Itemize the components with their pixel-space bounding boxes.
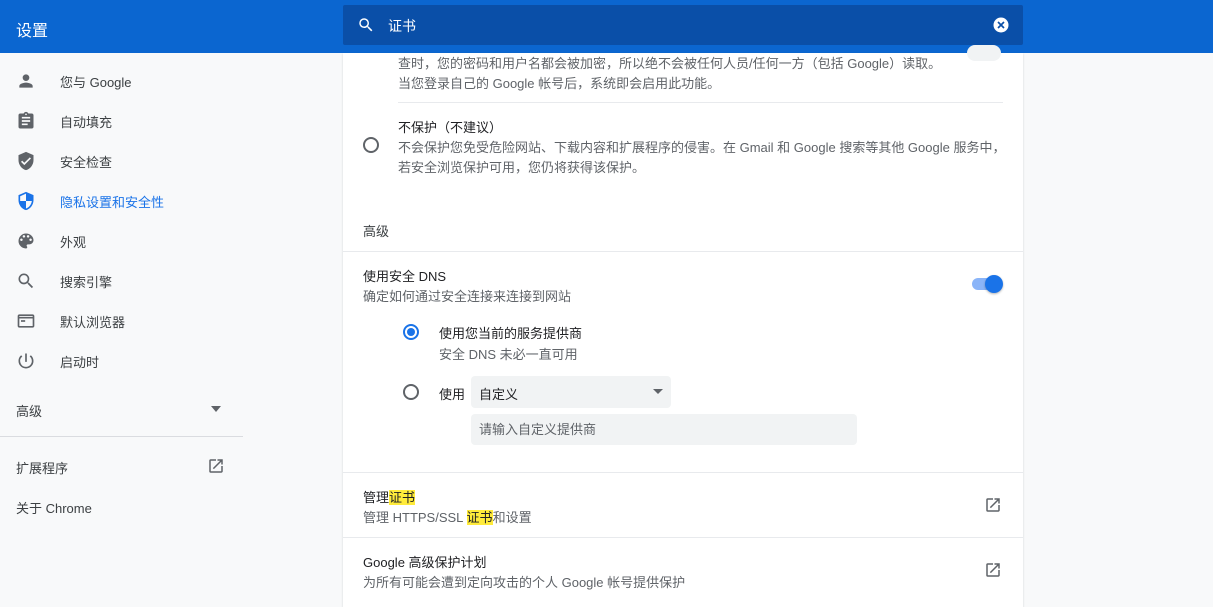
- settings-card: 查时，您的密码和用户名都会被加密，所以绝不会被任何人员/任何一方（包括 Goog…: [343, 45, 1023, 607]
- advanced-protection-title[interactable]: Google 高级保护计划: [363, 552, 487, 571]
- shield-check-icon: [18, 151, 34, 171]
- power-icon: [18, 353, 34, 369]
- search-input[interactable]: 证书: [388, 16, 416, 36]
- sidebar-item-appearance[interactable]: 外观: [0, 220, 243, 260]
- enhanced-toggle-partial[interactable]: [967, 45, 1001, 61]
- section-divider: [343, 472, 1023, 473]
- row-divider: [398, 102, 1003, 103]
- search-highlight: 证书: [466, 510, 493, 525]
- top-text-line1: 查时，您的密码和用户名都会被加密，所以绝不会被任何人员/任何一方（包括 Goog…: [398, 56, 942, 71]
- manage-certs-desc: 管理 HTTPS/SSL 证书和设置: [363, 507, 532, 526]
- sidebar-item-safety-check[interactable]: 安全检查: [0, 140, 243, 180]
- sidebar-about-chrome[interactable]: 关于 Chrome: [16, 498, 92, 517]
- open-in-new-icon[interactable]: [207, 457, 225, 475]
- sidebar-item-label: 安全检查: [60, 155, 113, 170]
- person-icon: [19, 74, 33, 88]
- secure-dns-desc: 确定如何通过安全连接来连接到网站: [363, 289, 572, 304]
- sidebar-item-default-browser[interactable]: 默认浏览器: [0, 300, 243, 340]
- sidebar-item-privacy[interactable]: 隐私设置和安全性: [0, 180, 243, 220]
- sidebar-item-label: 默认浏览器: [60, 315, 126, 330]
- clipboard-icon: [18, 111, 34, 129]
- dns-custom-label: 使用: [439, 387, 466, 402]
- dns-provider-select[interactable]: 自定义: [471, 376, 671, 408]
- manage-certs-title-prefix: 管理: [363, 490, 390, 505]
- sidebar-item-label: 搜索引擎: [60, 275, 113, 290]
- sidebar-extensions[interactable]: 扩展程序: [16, 458, 68, 477]
- sidebar-item-label: 自动填充: [60, 115, 113, 130]
- sidebar-item-label: 外观: [60, 235, 87, 250]
- search-highlight: 证书: [389, 490, 416, 505]
- browser-icon: [17, 314, 35, 328]
- clear-search-icon[interactable]: [992, 16, 1010, 34]
- manage-certs-desc-suffix: 和设置: [492, 510, 532, 525]
- advanced-heading: 高级: [363, 224, 390, 239]
- app-header: 设置 证书: [0, 0, 1213, 53]
- sidebar-advanced[interactable]: 高级: [16, 401, 42, 420]
- sidebar-item-label: 启动时: [60, 355, 100, 370]
- sidebar-item-autofill[interactable]: 自动填充: [0, 100, 243, 140]
- dns-provider-select-value: 自定义: [479, 387, 519, 402]
- dns-current-provider-radio[interactable]: [403, 324, 419, 340]
- palette-icon: [18, 233, 34, 249]
- sidebar-item-you-and-google[interactable]: 您与 Google: [0, 60, 243, 100]
- section-divider: [343, 251, 1023, 252]
- sidebar: 您与 Google 自动填充 安全检查 隐私设置和安全性 外观 搜索引擎 默认浏…: [0, 53, 243, 607]
- top-text-line2: 当您登录自己的 Google 帐号后，系统即会启用此功能。: [398, 76, 721, 91]
- no-protection-desc-line1: 不会保护您免受危险网站、下载内容和扩展程序的侵害。在 Gmail 和 Googl…: [398, 140, 1006, 155]
- section-divider: [343, 537, 1023, 538]
- open-in-new-icon[interactable]: [984, 561, 1002, 579]
- shield-privacy-icon: [18, 191, 34, 211]
- search-icon: [18, 273, 34, 289]
- chevron-down-icon[interactable]: [211, 406, 221, 412]
- secure-dns-toggle-knob[interactable]: [985, 275, 1003, 293]
- no-protection-title: 不保护（不建议）: [398, 120, 503, 135]
- sidebar-divider: [0, 436, 243, 437]
- no-protection-radio[interactable]: [363, 137, 379, 153]
- open-in-new-icon[interactable]: [984, 496, 1002, 514]
- sidebar-item-label: 您与 Google: [60, 75, 132, 90]
- dns-current-provider-desc: 安全 DNS 未必一直可用: [439, 347, 578, 362]
- search-icon: [359, 18, 373, 32]
- manage-certs-desc-prefix: 管理 HTTPS/SSL: [363, 510, 467, 525]
- dns-current-provider-label: 使用您当前的服务提供商: [439, 326, 583, 341]
- manage-certs-title[interactable]: 管理证书: [363, 487, 416, 506]
- no-protection-desc-line2: 若安全浏览保护可用，您仍将获得该保护。: [398, 160, 646, 175]
- advanced-protection-desc: 为所有可能会遭到定向攻击的个人 Google 帐号提供保护: [363, 575, 686, 590]
- custom-provider-input[interactable]: [471, 414, 857, 445]
- search-box[interactable]: 证书: [343, 5, 1023, 45]
- dropdown-arrow-icon: [653, 389, 663, 394]
- sidebar-item-label: 隐私设置和安全性: [60, 195, 165, 210]
- dns-custom-radio[interactable]: [403, 384, 419, 400]
- page-title: 设置: [16, 23, 49, 40]
- sidebar-item-on-startup[interactable]: 启动时: [0, 340, 243, 380]
- sidebar-item-search-engine[interactable]: 搜索引擎: [0, 260, 243, 300]
- secure-dns-title: 使用安全 DNS: [363, 269, 447, 284]
